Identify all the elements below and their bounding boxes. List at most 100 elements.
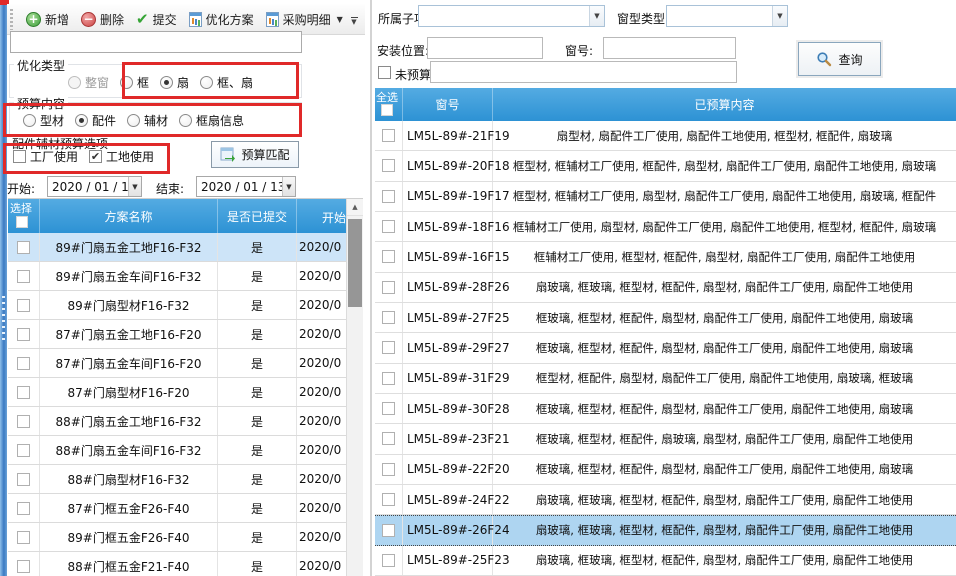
no-budget-checkbox[interactable] bbox=[378, 66, 391, 79]
table-row[interactable]: 89#门扇型材F16-F32 是 2020/0 bbox=[8, 291, 346, 320]
sub-item-select[interactable]: ▼ bbox=[418, 5, 605, 27]
table-row[interactable]: LM5L-89#-28F26 扇玻璃, 框玻璃, 框型材, 框配件, 扇型材, … bbox=[375, 273, 956, 303]
table-row[interactable]: 87#门框五金F26-F40 是 2020/0 bbox=[8, 494, 346, 523]
row-checkbox[interactable] bbox=[17, 502, 30, 515]
query-button[interactable]: 查询 bbox=[798, 42, 881, 76]
table-row[interactable]: 88#门扇五金工地F16-F32 是 2020/0 bbox=[8, 407, 346, 436]
table-row[interactable]: 87#门扇五金工地F16-F20 是 2020/0 bbox=[8, 320, 346, 349]
table-row[interactable]: 89#门扇五金车间F16-F32 是 2020/0 bbox=[8, 262, 346, 291]
row-checkbox[interactable] bbox=[382, 372, 395, 385]
scrollbar-thumb[interactable] bbox=[348, 219, 362, 307]
row-checkbox[interactable] bbox=[17, 473, 30, 486]
select-all-checkbox[interactable] bbox=[381, 104, 393, 116]
budget-content-option-配件[interactable]: 配件 bbox=[75, 112, 116, 129]
row-checkbox[interactable] bbox=[382, 190, 395, 203]
header-budgeted-content[interactable]: 已预算内容 bbox=[493, 88, 956, 121]
table-row[interactable]: LM5L-89#-21F19 扇型材, 扇配件工厂使用, 扇配件工地使用, 框型… bbox=[375, 121, 956, 151]
radio-icon[interactable] bbox=[179, 114, 192, 127]
table-row[interactable]: 89#门框五金F26-F40 是 2020/0 bbox=[8, 523, 346, 552]
radio-icon[interactable] bbox=[75, 114, 88, 127]
row-checkbox[interactable] bbox=[382, 159, 395, 172]
row-checkbox[interactable] bbox=[17, 560, 30, 573]
radio-icon[interactable] bbox=[23, 114, 36, 127]
table-row[interactable]: 88#门扇型材F16-F32 是 2020/0 bbox=[8, 465, 346, 494]
row-checkbox[interactable] bbox=[17, 299, 30, 312]
table-row[interactable]: 87#门扇五金车间F16-F20 是 2020/0 bbox=[8, 349, 346, 378]
row-checkbox[interactable] bbox=[382, 402, 395, 415]
toolbar-button-采购明细[interactable]: 采购明细▼ bbox=[260, 8, 349, 31]
table-row[interactable]: LM5L-89#-31F29 框型材, 框配件, 扇型材, 扇配件工厂使用, 扇… bbox=[375, 364, 956, 394]
toolbar-button-优化方案[interactable]: 优化方案 bbox=[183, 8, 260, 31]
row-checkbox[interactable] bbox=[17, 386, 30, 399]
plan-filter-input[interactable] bbox=[10, 31, 302, 53]
table-row[interactable]: 89#门扇五金工地F16-F32 是 2020/0 bbox=[8, 233, 346, 262]
row-checkbox[interactable] bbox=[382, 463, 395, 476]
checkbox-icon[interactable] bbox=[13, 150, 26, 163]
row-checkbox[interactable] bbox=[382, 432, 395, 445]
window-type-select[interactable]: ▼ bbox=[666, 5, 788, 27]
table-row[interactable]: 87#门扇型材F16-F20 是 2020/0 bbox=[8, 378, 346, 407]
chevron-down-icon[interactable]: ▼ bbox=[772, 6, 787, 26]
chevron-down-icon[interactable]: ▼ bbox=[589, 6, 604, 26]
toolbar-button-删除[interactable]: −删除 bbox=[75, 8, 130, 31]
row-checkbox[interactable] bbox=[17, 531, 30, 544]
row-checkbox[interactable] bbox=[17, 241, 30, 254]
table-row[interactable]: 88#门框五金F21-F40 是 2020/0 bbox=[8, 552, 346, 576]
optimize-type-option-扇[interactable]: 扇 bbox=[160, 74, 189, 91]
radio-icon[interactable] bbox=[160, 76, 173, 89]
table-row[interactable]: LM5L-89#-20F18 框型材, 框辅材工厂使用, 框配件, 扇型材, 扇… bbox=[375, 151, 956, 181]
chevron-down-icon[interactable]: ▼ bbox=[128, 177, 141, 196]
checkbox-icon[interactable]: ✔ bbox=[89, 150, 102, 163]
table-row[interactable]: LM5L-89#-23F21 框玻璃, 框型材, 框配件, 扇玻璃, 扇型材, … bbox=[375, 424, 956, 454]
no-budget-input[interactable] bbox=[430, 61, 737, 83]
row-checkbox[interactable] bbox=[382, 281, 395, 294]
row-checkbox[interactable] bbox=[17, 328, 30, 341]
splitter-grip[interactable] bbox=[2, 296, 5, 344]
table-row[interactable]: LM5L-89#-30F28 框玻璃, 框型材, 框配件, 扇型材, 扇配件工厂… bbox=[375, 394, 956, 424]
table-row[interactable]: LM5L-89#-16F15 框辅材工厂使用, 框型材, 框配件, 扇型材, 扇… bbox=[375, 242, 956, 272]
row-checkbox[interactable] bbox=[382, 493, 395, 506]
table-row[interactable]: LM5L-89#-27F25 框玻璃, 框型材, 框配件, 扇型材, 扇配件工厂… bbox=[375, 303, 956, 333]
table-row[interactable]: LM5L-89#-22F20 框玻璃, 框型材, 框配件, 扇型材, 扇配件工厂… bbox=[375, 455, 956, 485]
header-plan-name[interactable]: 方案名称 bbox=[40, 199, 218, 233]
header-start-date[interactable]: 开始 bbox=[297, 199, 346, 233]
date-start-picker[interactable]: 2020 / 01 / 1 ▼ bbox=[47, 176, 142, 197]
table-row[interactable]: LM5L-89#-29F27 框玻璃, 框型材, 框配件, 扇型材, 扇配件工厂… bbox=[375, 333, 956, 363]
row-checkbox[interactable] bbox=[17, 444, 30, 457]
optimize-type-option-框、扇[interactable]: 框、扇 bbox=[200, 74, 253, 91]
table-row[interactable]: LM5L-89#-26F24 扇玻璃, 框玻璃, 框型材, 框配件, 扇型材, … bbox=[375, 515, 956, 545]
table-row[interactable]: 88#门扇五金车间F16-F32 是 2020/0 bbox=[8, 436, 346, 465]
row-checkbox[interactable] bbox=[382, 311, 395, 324]
scroll-up-arrow-icon[interactable]: ▲ bbox=[347, 199, 363, 216]
row-checkbox[interactable] bbox=[382, 524, 395, 537]
radio-icon[interactable] bbox=[120, 76, 133, 89]
row-checkbox[interactable] bbox=[382, 220, 395, 233]
plan-table-scrollbar[interactable]: ▲ bbox=[346, 199, 363, 576]
row-checkbox[interactable] bbox=[382, 341, 395, 354]
budget-match-button[interactable]: 预算匹配 bbox=[211, 141, 299, 168]
row-checkbox[interactable] bbox=[382, 250, 395, 263]
install-position-input[interactable] bbox=[427, 37, 543, 59]
toolbar-button-新增[interactable]: +新增 bbox=[20, 8, 75, 31]
table-row[interactable]: LM5L-89#-25F23 扇玻璃, 框玻璃, 框型材, 框配件, 扇型材, … bbox=[375, 546, 956, 576]
optimize-type-option-框[interactable]: 框 bbox=[120, 74, 149, 91]
acc-option-工厂使用[interactable]: 工厂使用 bbox=[13, 148, 78, 165]
toolbar-button-提交[interactable]: ✔提交 bbox=[130, 7, 183, 31]
row-checkbox[interactable] bbox=[382, 554, 395, 567]
header-submitted[interactable]: 是否已提交 bbox=[218, 199, 297, 233]
radio-icon[interactable] bbox=[127, 114, 140, 127]
row-checkbox[interactable] bbox=[17, 415, 30, 428]
date-end-picker[interactable]: 2020 / 01 / 13 ▼ bbox=[196, 176, 296, 197]
row-checkbox[interactable] bbox=[382, 129, 395, 142]
budget-content-option-框扇信息[interactable]: 框扇信息 bbox=[179, 112, 244, 129]
radio-icon[interactable] bbox=[200, 76, 213, 89]
table-row[interactable]: LM5L-89#-19F17 框型材, 框辅材工厂使用, 扇型材, 扇配件工厂使… bbox=[375, 182, 956, 212]
budget-content-option-型材[interactable]: 型材 bbox=[23, 112, 64, 129]
table-row[interactable]: LM5L-89#-24F22 扇玻璃, 框玻璃, 框型材, 框配件, 扇型材, … bbox=[375, 485, 956, 515]
table-row[interactable]: LM5L-89#-18F16 框辅材工厂使用, 扇型材, 扇配件工厂使用, 扇配… bbox=[375, 212, 956, 242]
row-checkbox[interactable] bbox=[17, 270, 30, 283]
chevron-down-icon[interactable]: ▼ bbox=[282, 177, 295, 196]
toolbar-overflow-button[interactable]: ▼ bbox=[347, 13, 361, 29]
header-window-no[interactable]: 窗号 bbox=[403, 88, 493, 121]
select-all-checkbox[interactable] bbox=[16, 216, 28, 228]
